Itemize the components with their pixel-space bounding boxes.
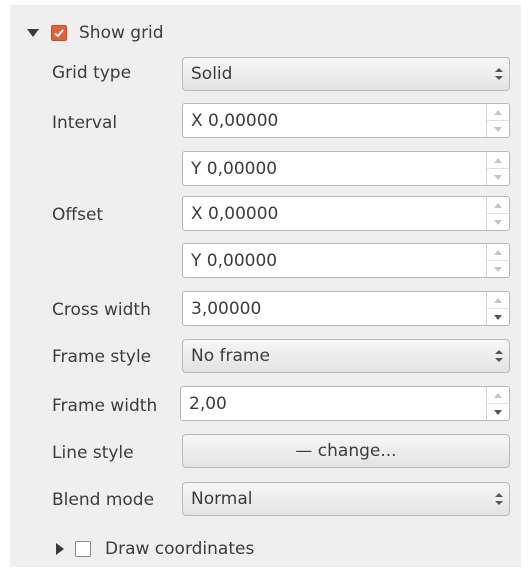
offset-label: Offset [52,205,104,225]
frame-style-label: Frame style [52,347,152,367]
interval-y-value[interactable]: Y 0,00000 [183,152,486,185]
grid-type-label: Grid type [52,63,132,83]
blend-mode-combo[interactable]: Normal [182,482,510,516]
frame-width-label: Frame width [52,396,158,416]
offset-y-spinbox[interactable]: Y 0,00000 [182,243,510,278]
interval-label: Interval [52,113,118,133]
expand-arrow-icon[interactable] [56,543,64,555]
interval-x-value[interactable]: X 0,00000 [183,104,486,137]
blend-mode-label: Blend mode [52,490,155,510]
frame-width-spinbox[interactable]: 2,00 [180,386,510,421]
updown-arrows-icon [489,492,509,506]
cross-width-value[interactable]: 3,00000 [183,292,486,325]
offset-y-value[interactable]: Y 0,00000 [183,244,486,277]
cross-width-label: Cross width [52,300,151,320]
spin-down-icon[interactable] [487,213,509,230]
updown-arrows-icon [489,67,509,81]
draw-coordinates-label: Draw coordinates [105,539,255,559]
line-style-change-button[interactable]: — change... [182,434,510,468]
show-grid-checkbox[interactable] [51,25,67,41]
frame-style-combo[interactable]: No frame [182,339,510,373]
spin-down-icon[interactable] [487,308,509,325]
offset-x-value[interactable]: X 0,00000 [183,197,486,230]
grid-settings-panel: Show grid Grid type Solid Interval X 0,0… [10,5,521,567]
show-grid-label: Show grid [79,23,164,43]
spin-up-icon[interactable] [487,104,509,120]
updown-arrows-icon [489,349,509,363]
show-grid-group-header[interactable]: Show grid [27,23,164,43]
frame-style-value: No frame [191,346,270,366]
grid-type-combo[interactable]: Solid [182,57,510,91]
interval-x-spinbox[interactable]: X 0,00000 [182,103,510,138]
spin-up-icon[interactable] [487,387,509,403]
spin-down-icon[interactable] [487,168,509,185]
interval-y-spinbox[interactable]: Y 0,00000 [182,151,510,186]
spin-down-icon[interactable] [487,403,509,420]
spin-up-icon[interactable] [487,152,509,168]
cross-width-spinbox[interactable]: 3,00000 [182,291,510,326]
spin-up-icon[interactable] [487,197,509,213]
spin-down-icon[interactable] [487,120,509,137]
line-style-button-label: — change... [295,441,397,461]
draw-coordinates-group-header[interactable]: Draw coordinates [56,539,254,559]
checkmark-icon [54,29,64,38]
spin-down-icon[interactable] [487,260,509,277]
line-style-label: Line style [52,443,134,463]
offset-x-spinbox[interactable]: X 0,00000 [182,196,510,231]
spin-up-icon[interactable] [487,292,509,308]
blend-mode-value: Normal [191,489,253,509]
frame-width-value[interactable]: 2,00 [181,387,486,420]
draw-coordinates-checkbox[interactable] [75,541,91,557]
spin-up-icon[interactable] [487,244,509,260]
collapse-arrow-icon[interactable] [27,29,39,37]
grid-type-value: Solid [191,64,233,84]
